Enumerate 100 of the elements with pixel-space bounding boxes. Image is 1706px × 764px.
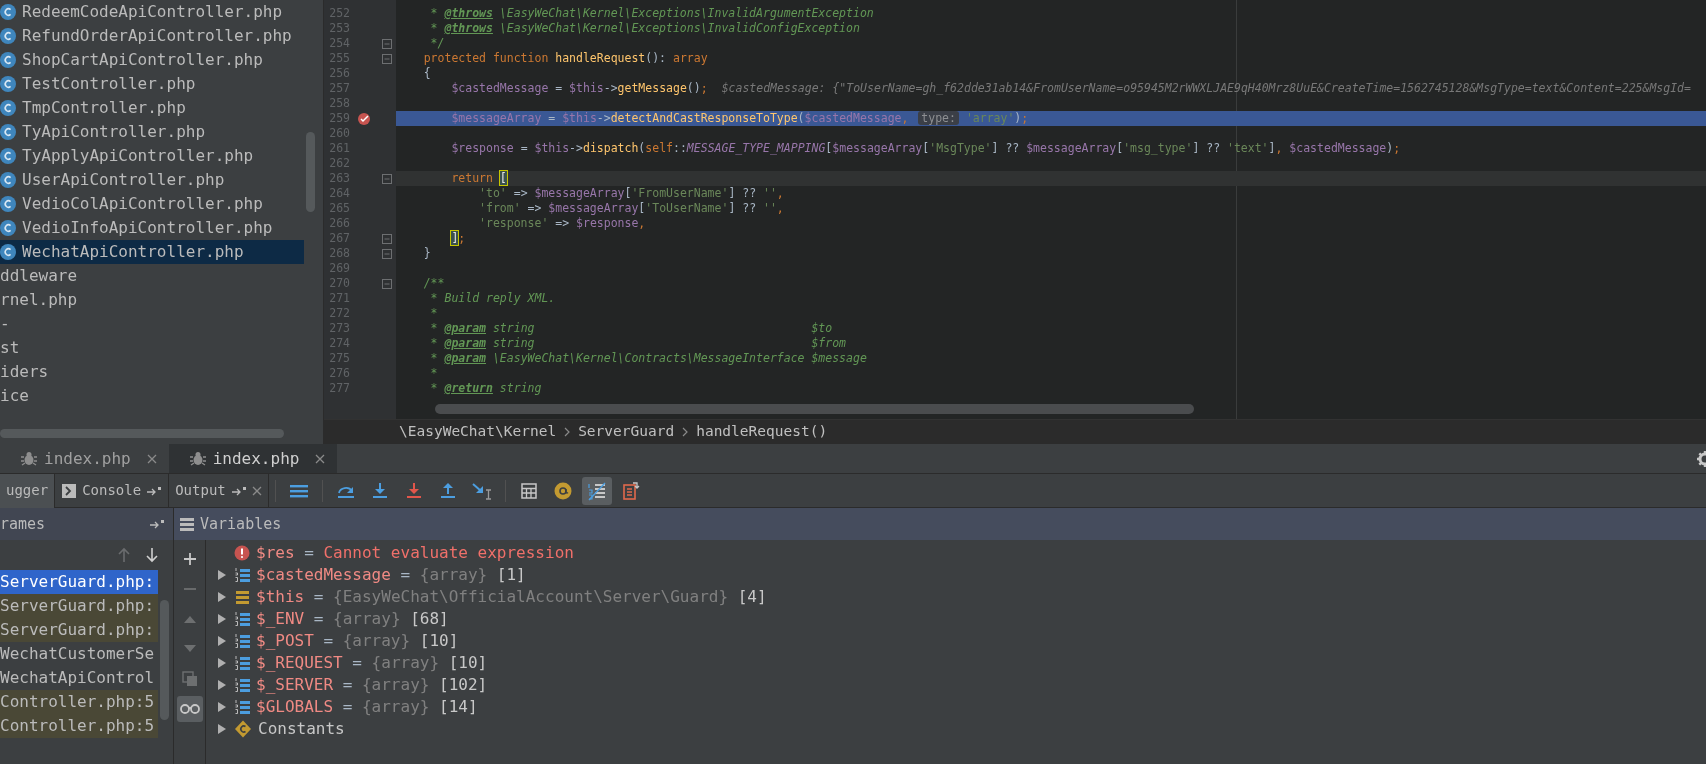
variable-entry: $_ENV = {array} [68] bbox=[256, 608, 449, 630]
debug-tab[interactable]: Console bbox=[55, 473, 170, 508]
frame-item[interactable]: ServerGuard.php: bbox=[0, 594, 158, 618]
code-line: * @throws \EasyWeChat\Kernel\Exceptions\InvalidConfigException bbox=[429, 21, 861, 36]
pin-icon[interactable] bbox=[146, 485, 163, 496]
frame-item[interactable]: WechatCustomerSe bbox=[0, 642, 158, 666]
expand-triangle-icon[interactable] bbox=[217, 723, 227, 735]
code-line: 'from' => $messageArray['ToUserName'] ?? '', bbox=[478, 201, 785, 216]
object-icon bbox=[234, 589, 250, 605]
scrollbar[interactable] bbox=[160, 600, 169, 720]
expand-triangle-icon[interactable] bbox=[217, 591, 227, 603]
run-tab[interactable]: index.php bbox=[168, 444, 338, 473]
tree-item[interactable]: iders bbox=[0, 360, 304, 384]
fold-icon[interactable] bbox=[382, 38, 392, 49]
code-line: } bbox=[422, 246, 432, 261]
variable-entry: $castedMessage = {array} [1] bbox=[256, 564, 526, 586]
console-icon bbox=[61, 482, 78, 499]
code-line: * @throws \EasyWeChat\Kernel\Exceptions\InvalidArgumentException bbox=[429, 6, 875, 21]
step-out-icon bbox=[438, 481, 457, 500]
class-icon bbox=[0, 76, 16, 92]
tree-item[interactable]: TmpController.php bbox=[0, 96, 304, 120]
close-icon[interactable] bbox=[251, 485, 262, 496]
debug-tab[interactable]: Output bbox=[169, 473, 269, 508]
tree-item[interactable]: rnel.php bbox=[0, 288, 304, 312]
tree-item[interactable]: RedeemCodeApiController.php bbox=[0, 0, 304, 24]
breadcrumb-item[interactable]: handleRequest() bbox=[696, 421, 828, 443]
breadcrumb-item[interactable]: ServerGuard bbox=[578, 421, 675, 443]
scrollbar[interactable] bbox=[0, 429, 284, 438]
frame-item[interactable]: Controller.php:5 bbox=[0, 714, 158, 738]
fold-icon[interactable] bbox=[382, 278, 392, 289]
code-line: protected function handleRequest(): array bbox=[422, 51, 709, 66]
scrollbar[interactable] bbox=[435, 404, 1194, 414]
variable-entry: $res = Cannot evaluate expression bbox=[256, 542, 574, 564]
pin-icon[interactable] bbox=[230, 485, 247, 496]
expand-triangle-icon[interactable] bbox=[217, 679, 227, 691]
tree-item[interactable]: VedioColApiController.php bbox=[0, 192, 304, 216]
class-icon bbox=[0, 28, 16, 44]
fold-icon[interactable] bbox=[382, 248, 392, 259]
plus-icon bbox=[182, 552, 197, 566]
array-icon bbox=[234, 633, 250, 649]
fold-icon[interactable] bbox=[382, 173, 392, 184]
frame-item[interactable]: Controller.php:5 bbox=[0, 690, 158, 714]
frame-item[interactable]: WechatApiControl bbox=[0, 666, 158, 690]
variable-entry: $_SERVER = {array} [102] bbox=[256, 674, 488, 696]
toolbar-button[interactable] bbox=[581, 476, 612, 505]
watch-icon bbox=[553, 481, 572, 500]
tree-item[interactable]: TyApplyApiController.php bbox=[0, 144, 304, 168]
class-icon bbox=[0, 244, 16, 260]
frame-item[interactable]: ServerGuard.php: bbox=[0, 618, 158, 642]
variable-entry: Constants bbox=[258, 718, 345, 740]
constants-icon bbox=[234, 720, 252, 738]
scrollbar[interactable] bbox=[306, 132, 315, 212]
tree-item[interactable]: ice bbox=[0, 384, 304, 408]
class-icon bbox=[0, 124, 16, 140]
bug-icon bbox=[20, 450, 38, 467]
class-icon bbox=[0, 52, 16, 68]
class-icon bbox=[0, 4, 16, 20]
pin-icon[interactable] bbox=[149, 519, 165, 529]
tree-item[interactable]: st bbox=[0, 336, 304, 360]
tree-item[interactable]: RefundOrderApiController.php bbox=[0, 24, 304, 48]
close-icon[interactable] bbox=[315, 453, 326, 464]
panel-title: rames bbox=[0, 513, 46, 535]
list-icon bbox=[180, 517, 194, 531]
tree-item[interactable]: - bbox=[0, 312, 304, 336]
tree-item[interactable]: TyApiController.php bbox=[0, 120, 304, 144]
array-icon bbox=[234, 611, 250, 627]
tree-item[interactable]: TestController.php bbox=[0, 72, 304, 96]
up-arrow-icon[interactable] bbox=[117, 547, 131, 563]
tree-item[interactable]: VedioInfoApiController.php bbox=[0, 216, 304, 240]
panel-title: Variables bbox=[200, 513, 282, 535]
array-icon bbox=[234, 655, 250, 671]
array-icon bbox=[234, 567, 250, 583]
class-icon bbox=[0, 100, 16, 116]
fold-icon[interactable] bbox=[382, 233, 392, 244]
breadcrumb-item[interactable]: \EasyWeChat\Kernel bbox=[399, 421, 557, 443]
code-line: $castedMessage = $this->getMessage(); bbox=[450, 81, 708, 96]
expand-triangle-icon[interactable] bbox=[217, 701, 227, 713]
close-icon[interactable] bbox=[146, 453, 157, 464]
code-line: * Build reply XML. bbox=[429, 291, 557, 306]
expand-triangle-icon[interactable] bbox=[217, 613, 227, 625]
down-arrow-icon[interactable] bbox=[145, 547, 159, 563]
debug-tab[interactable]: ugger bbox=[0, 473, 56, 508]
array-icon bbox=[234, 699, 250, 715]
bug-icon bbox=[188, 450, 207, 467]
tree-item[interactable]: UserApiController.php bbox=[0, 168, 304, 192]
tree-item[interactable]: ddleware bbox=[0, 264, 304, 288]
code-line: * bbox=[429, 366, 439, 381]
fold-icon[interactable] bbox=[382, 53, 392, 64]
frame-item[interactable]: ServerGuard.php: bbox=[0, 570, 158, 594]
code-line: */ bbox=[429, 36, 446, 51]
class-icon bbox=[0, 196, 16, 212]
code-line: /** bbox=[422, 276, 446, 291]
side-toolbar-button[interactable] bbox=[176, 696, 203, 722]
glasses-icon bbox=[179, 703, 200, 715]
breakpoint-icon[interactable] bbox=[357, 111, 371, 126]
expand-triangle-icon[interactable] bbox=[217, 635, 227, 647]
tree-item[interactable]: ShopCartApiController.php bbox=[0, 48, 304, 72]
expand-triangle-icon[interactable] bbox=[217, 657, 227, 669]
tree-item[interactable]: WechatApiController.php bbox=[0, 240, 304, 264]
expand-triangle-icon[interactable] bbox=[217, 569, 227, 581]
